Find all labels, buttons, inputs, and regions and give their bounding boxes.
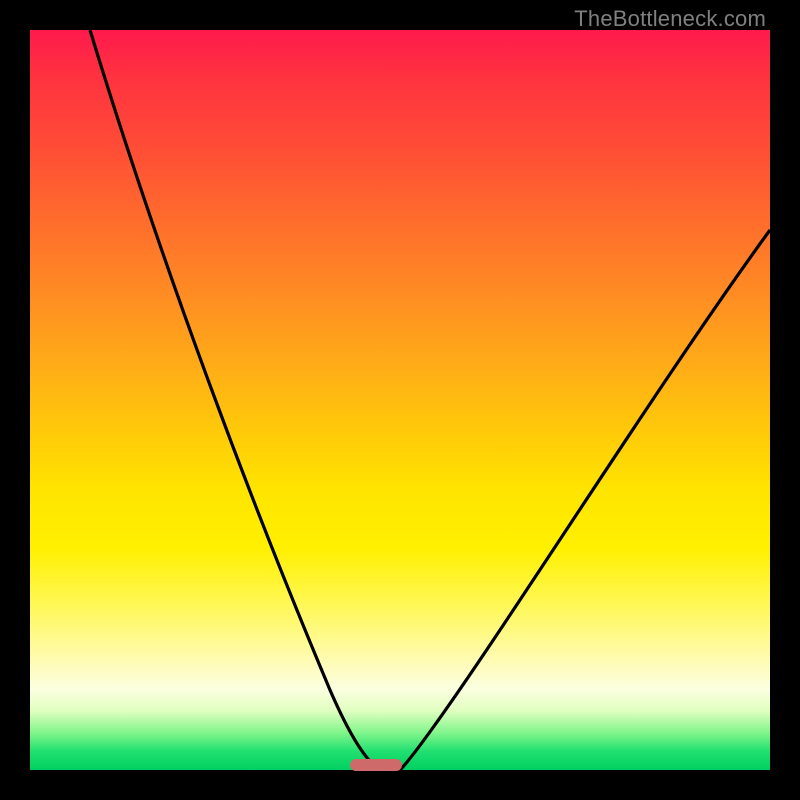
watermark-text: TheBottleneck.com (574, 6, 766, 32)
optimum-marker (350, 759, 402, 771)
chart-frame (30, 30, 770, 770)
chart-background-gradient (30, 30, 770, 770)
